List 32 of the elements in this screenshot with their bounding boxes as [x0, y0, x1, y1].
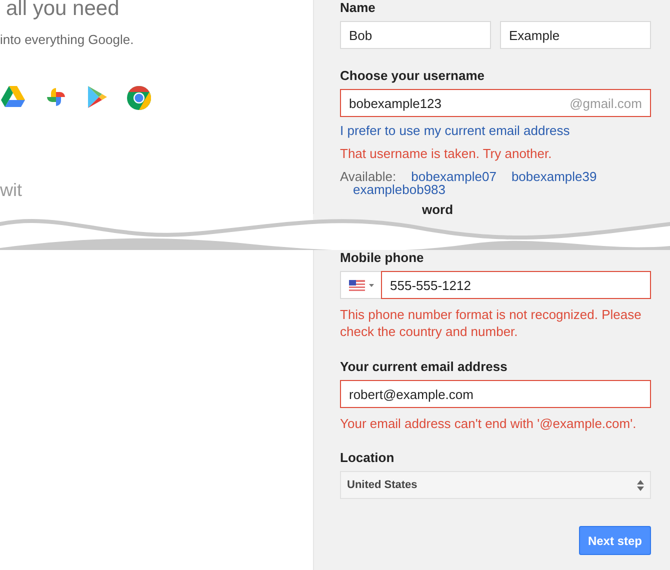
- phone-field[interactable]: 555-555-1212: [381, 271, 651, 299]
- flag-icon: [348, 280, 364, 290]
- suggestion-link[interactable]: bobexample39: [511, 170, 597, 183]
- name-field[interactable]: Bob: [340, 21, 491, 49]
- field-label: Choose your username: [340, 68, 486, 83]
- field-label: word: [422, 202, 454, 217]
- pinwheel-icon[interactable]: [45, 86, 67, 108]
- suggestion-link[interactable]: examplebob983: [353, 183, 446, 196]
- suggestion-link[interactable]: bobexample07: [411, 170, 496, 183]
- sort-arrows-icon: [637, 480, 644, 490]
- caret-icon: [368, 284, 374, 286]
- location-select[interactable]: United States: [340, 471, 651, 499]
- field-label: Mobile phone: [340, 250, 425, 265]
- field-label: Your current email address: [340, 359, 508, 374]
- domain-suffix: @gmail.com: [570, 96, 642, 110]
- play-icon[interactable]: [87, 86, 107, 108]
- current-email-link[interactable]: I prefer to use my current email address: [340, 123, 570, 138]
- country-picker[interactable]: [340, 271, 381, 299]
- error-message: Your email address can't end with '@example.com'.: [340, 415, 638, 432]
- intro-text: into everything Google.: [0, 32, 135, 47]
- username-field[interactable]: bobexample123 @gmail.com: [340, 89, 651, 117]
- text-fragment: wit: [0, 180, 23, 200]
- field-label: Location: [340, 450, 396, 465]
- drive-icon[interactable]: [1, 86, 25, 107]
- error-message: That username is taken. Try another.: [340, 145, 553, 162]
- field-label: Name: [340, 0, 376, 15]
- intro-heading: all you need: [6, 0, 120, 21]
- email-field[interactable]: robert@example.com: [340, 380, 651, 408]
- chrome-icon[interactable]: [127, 86, 151, 110]
- available-label: Available:: [340, 170, 396, 183]
- name-field[interactable]: Example: [500, 21, 651, 49]
- error-message: This phone number format is not recognized. Please check the country and number.: [340, 306, 642, 340]
